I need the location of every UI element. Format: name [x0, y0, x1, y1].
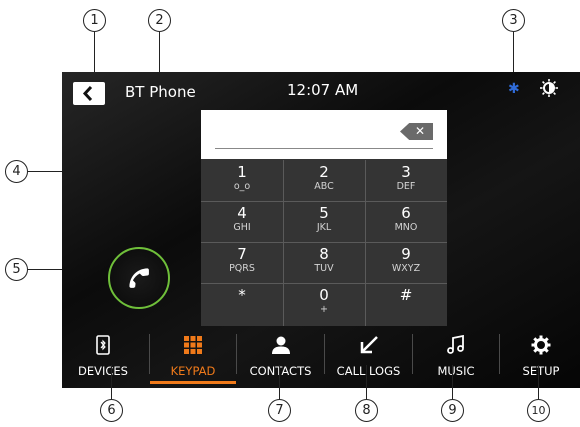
key-letters: MNO — [394, 222, 418, 233]
callout-6-leader — [111, 365, 112, 399]
number-display-underline — [215, 148, 433, 149]
key-letters: JKL — [316, 222, 332, 233]
back-button[interactable] — [73, 82, 105, 105]
key-8[interactable]: 8 TUV — [283, 242, 365, 282]
key-divider — [201, 283, 447, 284]
key-9[interactable]: 9 WXYZ — [365, 242, 447, 282]
key-digit: * — [238, 286, 246, 304]
key-hash[interactable]: # — [365, 283, 447, 323]
phone-handset-icon — [129, 268, 149, 288]
callout-8: 8 — [355, 399, 378, 422]
callout-7-leader — [279, 365, 280, 399]
gear-icon — [500, 333, 580, 357]
key-digit: 2 — [319, 163, 329, 181]
callout-2: 2 — [148, 9, 171, 32]
brightness-icon[interactable] — [540, 79, 558, 101]
call-button[interactable] — [108, 247, 170, 309]
nav-label: CALL LOGS — [336, 364, 401, 378]
phone-bluetooth-icon — [62, 333, 144, 357]
nav-label: KEYPAD — [170, 364, 216, 378]
key-digit: 7 — [237, 245, 247, 263]
key-3[interactable]: 3 DEF — [365, 160, 447, 200]
callout-1: 1 — [83, 9, 106, 32]
nav-label: SETUP — [522, 364, 560, 378]
nav-contacts[interactable]: CONTACTS — [237, 328, 324, 388]
key-5[interactable]: 5 JKL — [283, 201, 365, 241]
nav-label: MUSIC — [437, 364, 475, 378]
callout-9-leader — [452, 365, 453, 399]
call-log-arrow-icon — [325, 333, 412, 357]
callout-7: 7 — [268, 399, 291, 422]
number-display: ✕ — [201, 110, 447, 159]
key-letters: ABC — [314, 181, 334, 192]
nav-setup[interactable]: SETUP — [500, 328, 580, 388]
nav-call-logs[interactable]: CALL LOGS — [325, 328, 412, 388]
keypad-grid: 1 ᴏ_ᴏ 2 ABC 3 DEF 4 GHI 5 JKL 6 MNO 7 PQRS 8 TUV… — [201, 160, 447, 326]
callout-4: 4 — [5, 160, 28, 183]
backspace-button[interactable]: ✕ — [400, 123, 433, 140]
callout-8-leader — [366, 365, 367, 399]
key-digit: 8 — [319, 245, 329, 263]
key-letters: GHI — [233, 222, 251, 233]
key-divider — [201, 242, 447, 243]
key-0[interactable]: 0 + — [283, 283, 365, 323]
key-star[interactable]: * — [201, 283, 283, 323]
key-digit: 6 — [401, 204, 411, 222]
clock: 12:07 AM — [287, 81, 359, 99]
key-digit: 3 — [401, 163, 411, 181]
backspace-icon: ✕ — [415, 124, 426, 138]
key-1[interactable]: 1 ᴏ_ᴏ — [201, 160, 283, 200]
key-letters: WXYZ — [391, 263, 421, 274]
key-digit: 4 — [237, 204, 247, 222]
chevron-left-icon — [82, 86, 93, 101]
key-6[interactable]: 6 MNO — [365, 201, 447, 241]
active-tab-indicator — [150, 381, 236, 384]
key-letters: PQRS — [229, 263, 255, 274]
dialpad: ✕ 1 ᴏ_ᴏ 2 ABC 3 DEF 4 GHI 5 JKL 6 MNO 7 PQRS 8T… — [201, 110, 447, 326]
key-divider — [365, 160, 366, 326]
music-note-icon — [413, 333, 499, 357]
key-letters: DEF — [396, 181, 416, 192]
key-letters: TUV — [314, 263, 334, 274]
callout-9: 9 — [441, 399, 464, 422]
key-2[interactable]: 2 ABC — [283, 160, 365, 200]
key-divider — [201, 201, 447, 202]
callout-10: 10 — [527, 399, 550, 422]
callout-10-leader — [538, 365, 539, 399]
app-title: BT Phone — [125, 83, 196, 101]
key-digit: 9 — [401, 245, 411, 263]
key-digit: 0 — [319, 286, 329, 304]
bluetooth-icon: ✱ — [508, 81, 520, 97]
key-digit: 5 — [319, 204, 329, 222]
callout-3: 3 — [502, 9, 525, 32]
nav-keypad[interactable]: KEYPAD — [150, 328, 236, 388]
nav-label: CONTACTS — [249, 364, 312, 378]
head-unit-screen: BT Phone 12:07 AM ✱ ✕ 1 ᴏ_ᴏ 2 ABC 3 DEF … — [62, 72, 580, 388]
callout-5: 5 — [5, 258, 28, 281]
key-7[interactable]: 7 PQRS — [201, 242, 283, 282]
person-icon — [237, 333, 324, 357]
nav-label: DEVICES — [78, 364, 128, 378]
key-digit: 1 — [237, 163, 247, 181]
key-divider — [283, 160, 284, 326]
key-letters: + — [320, 304, 328, 315]
nav-music[interactable]: MUSIC — [413, 328, 499, 388]
bottom-nav: DEVICES KEYPAD CONTACTS CALL LOGS MUSIC … — [62, 328, 580, 388]
keypad-grid-icon — [150, 333, 236, 357]
nav-devices[interactable]: DEVICES — [62, 328, 144, 388]
voicemail-icon: ᴏ_ᴏ — [233, 181, 251, 192]
key-digit: # — [399, 286, 413, 304]
callout-6: 6 — [100, 399, 123, 422]
key-4[interactable]: 4 GHI — [201, 201, 283, 241]
